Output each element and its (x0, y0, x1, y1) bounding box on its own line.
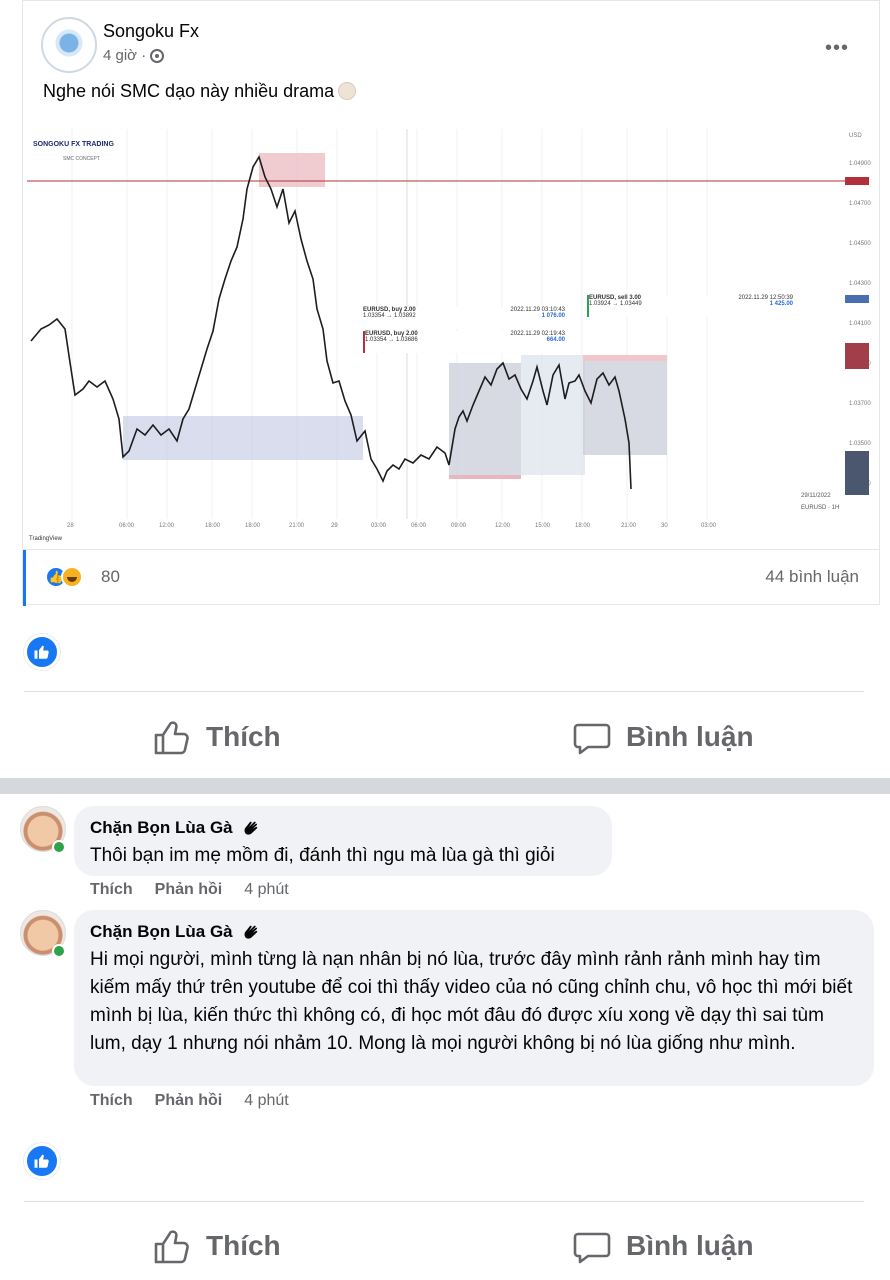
comment-actions: Thích Phản hồi 4 phút (90, 881, 289, 899)
comment-label: Bình luận (626, 721, 754, 752)
svg-text:29: 29 (331, 523, 338, 529)
divider (24, 1201, 864, 1202)
comment-bubble-icon (573, 1232, 611, 1264)
post-action-bar: Thích Bình luận (0, 702, 890, 772)
more-options-button[interactable]: ••• (825, 37, 849, 60)
comment-time[interactable]: 4 phút (244, 881, 288, 899)
svg-text:USD: USD (849, 133, 862, 139)
shared-post-card: Songoku Fx 4 giờ · ••• Nghe nói SMC dạo … (22, 0, 880, 606)
like-badge-icon[interactable] (24, 1143, 60, 1179)
post-text-content: Nghe nói SMC dạo này nhiều drama (43, 81, 335, 101)
divider (24, 691, 864, 692)
chart-date-label: 29/11/2022 (801, 493, 831, 499)
svg-text:1.04500: 1.04500 (849, 241, 871, 247)
thumbs-up-icon (34, 1154, 49, 1168)
trade-1-profit: 1 076.00 (541, 313, 565, 319)
comment-time[interactable]: 4 phút (244, 1092, 288, 1110)
comment-button[interactable]: Bình luận (572, 1211, 754, 1280)
comment-text: Hi mọi người, mình từng là nạn nhân bị n… (90, 949, 853, 1054)
svg-text:28: 28 (67, 523, 74, 529)
reaction-icons[interactable]: 👍 (45, 566, 83, 588)
like-label: Thích (206, 721, 281, 752)
post-header: Songoku Fx 4 giờ · ••• (23, 11, 879, 73)
post-action-bar: Thích Bình luận (0, 1211, 890, 1280)
emoji-icon (338, 82, 357, 100)
trade-box-1: EURUSD, buy 2.00 2022.11.29 03:10:43 1.03… (363, 307, 565, 329)
like-button[interactable]: Thích (152, 702, 281, 772)
card-accent-bar (23, 550, 26, 606)
trade-1-prices: 1.03354 → 1.03892 (363, 313, 416, 319)
trade-2-prices: 1.03354 → 1.03686 (365, 337, 418, 343)
comment-count[interactable]: 44 bình luận (765, 567, 859, 587)
svg-text:1.04700: 1.04700 (849, 201, 871, 207)
comment-bubble: Chặn Bọn Lùa Gà Hi mọi người, mình từng … (74, 910, 874, 1086)
svg-text:21:00: 21:00 (621, 523, 637, 529)
thumbs-up-outline-icon (154, 721, 189, 755)
trade-2-profit: 664.00 (546, 337, 565, 343)
thumbs-up-icon (34, 645, 49, 659)
svg-text:1.03700: 1.03700 (849, 401, 871, 407)
globe-icon (150, 48, 165, 63)
commenter-name[interactable]: Chặn Bọn Lùa Gà (90, 922, 233, 942)
svg-text:1.04900: 1.04900 (849, 161, 871, 167)
comment-button[interactable]: Bình luận (572, 702, 754, 772)
svg-text:1.04100: 1.04100 (849, 321, 871, 327)
svg-text:06:00: 06:00 (411, 523, 427, 529)
svg-text:06:00: 06:00 (119, 523, 135, 529)
svg-text:21:00: 21:00 (289, 523, 305, 529)
trading-chart-image[interactable]: USD 1.04900 1.04700 1.04500 1.04300 1.0410… (27, 119, 877, 547)
post-reactions-bar: 👍 80 44 bình luận (23, 549, 879, 606)
facebook-post-page: Songoku Fx 4 giờ · ••• Nghe nói SMC dạo … (0, 0, 890, 1280)
svg-text:03:00: 03:00 (701, 523, 717, 529)
comment-bubble: Chặn Bọn Lùa Gà Thôi bạn im mẹ mồm đi, đ… (74, 806, 612, 876)
tradingview-tag: TradingView (29, 536, 63, 542)
post-text: Nghe nói SMC dạo này nhiều drama (43, 81, 357, 102)
svg-text:18:00: 18:00 (245, 523, 261, 529)
like-label: Thích (206, 1230, 281, 1261)
online-status-icon (52, 944, 66, 958)
svg-text:18:00: 18:00 (205, 523, 221, 529)
svg-text:1.04300: 1.04300 (849, 281, 871, 287)
online-status-icon (52, 840, 66, 854)
trade-box-3: EURUSD, sell 3.00 2022.11.29 12:50:39 1.0… (587, 295, 793, 317)
page-name[interactable]: Songoku Fx (103, 21, 199, 42)
commenter-name[interactable]: Chặn Bọn Lùa Gà (90, 818, 233, 838)
like-button[interactable]: Thích (152, 1211, 281, 1280)
comment-bubble-icon (573, 723, 611, 755)
thumbs-up-outline-icon (154, 1230, 189, 1264)
comment-like-link[interactable]: Thích (90, 881, 133, 899)
chart-symbol-label: EURUSD · 1H (801, 505, 840, 511)
fan-badge-icon (244, 821, 257, 835)
trade-3-profit: 1 425.00 (769, 301, 793, 307)
reaction-count[interactable]: 80 (101, 567, 120, 587)
like-badge-icon[interactable] (24, 634, 60, 670)
trade-box-2: EURUSD, buy 2.00 2022.11.29 02:19:43 1.03… (363, 331, 565, 353)
haha-reaction-icon (61, 566, 83, 588)
chart-brand: SONGOKU FX TRADING (33, 141, 114, 148)
comment-label: Bình luận (626, 1230, 754, 1261)
comment-reply-link[interactable]: Phản hồi (155, 1092, 223, 1110)
svg-text:30: 30 (661, 523, 668, 529)
comment-reply-link[interactable]: Phản hồi (155, 881, 223, 899)
svg-text:09:00: 09:00 (451, 523, 467, 529)
svg-text:03:00: 03:00 (371, 523, 387, 529)
svg-text:18:00: 18:00 (575, 523, 591, 529)
comment-like-link[interactable]: Thích (90, 1092, 133, 1110)
post-time[interactable]: 4 giờ · (103, 47, 146, 64)
fan-badge-icon (244, 925, 257, 939)
comment-actions: Thích Phản hồi 4 phút (90, 1092, 289, 1110)
section-separator (0, 778, 890, 794)
svg-text:1.03500: 1.03500 (849, 441, 871, 447)
page-avatar[interactable] (41, 17, 97, 73)
trade-3-prices: 1.03924 → 1.03449 (589, 301, 642, 307)
comment-text: Thôi bạn im mẹ mồm đi, đánh thì ngu mà l… (90, 845, 555, 866)
svg-text:12:00: 12:00 (159, 523, 175, 529)
svg-text:15:00: 15:00 (535, 523, 551, 529)
svg-text:12:00: 12:00 (495, 523, 511, 529)
post-meta: 4 giờ · (103, 47, 165, 64)
chart-subtitle: SMC CONCEPT (63, 156, 100, 162)
